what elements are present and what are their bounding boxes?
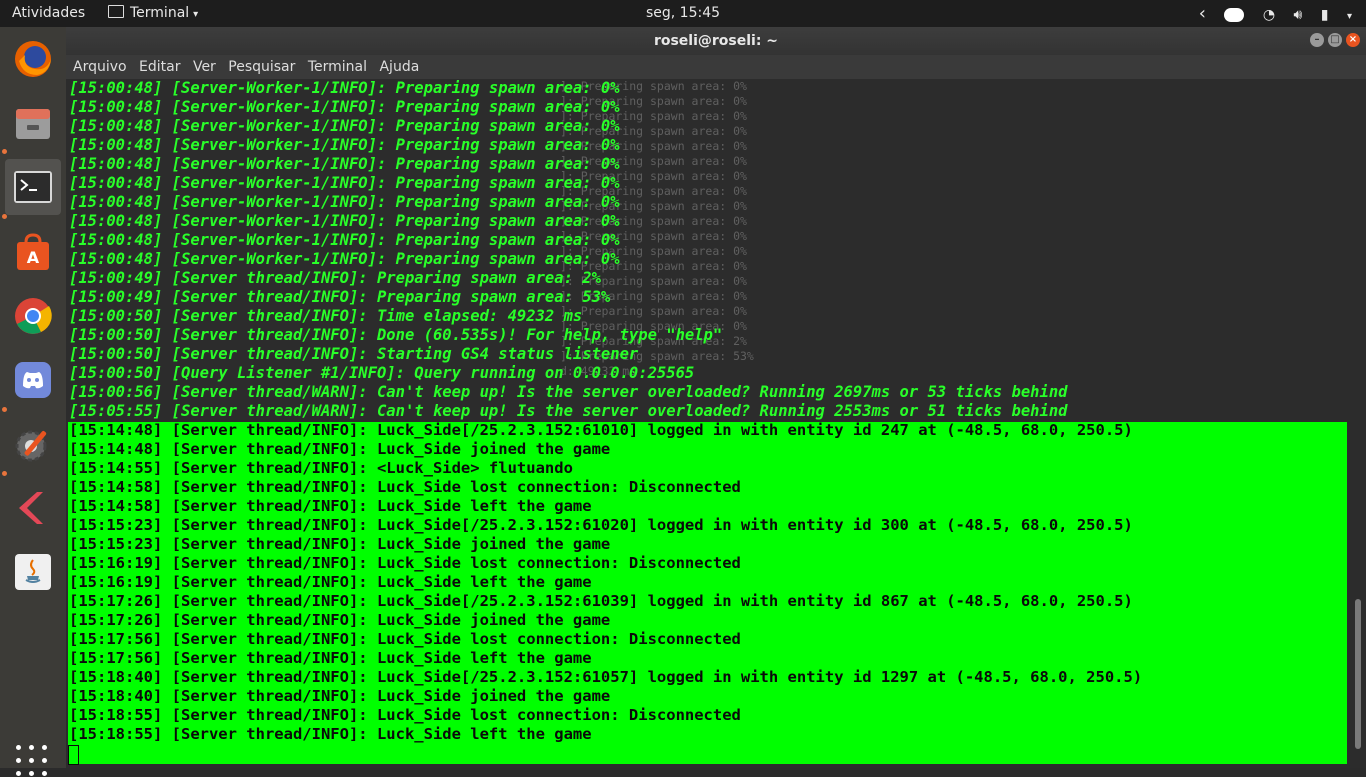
terminal-line: [15:00:48] [Server-Worker-1/INFO]: Prepa… bbox=[69, 136, 620, 154]
wifi-icon[interactable]: ◔ bbox=[1263, 2, 1275, 29]
menu-ajuda[interactable]: Ajuda bbox=[379, 55, 419, 79]
terminal-line-highlighted: [15:17:26] [Server thread/INFO]: Luck_Si… bbox=[69, 592, 1133, 610]
dock-settings[interactable] bbox=[5, 416, 61, 472]
menu-pesquisar[interactable]: Pesquisar bbox=[228, 55, 295, 79]
terminal-line-highlighted: [15:16:19] [Server thread/INFO]: Luck_Si… bbox=[69, 573, 592, 591]
dock-kotlin[interactable] bbox=[5, 480, 61, 536]
dock-java[interactable] bbox=[5, 544, 61, 600]
terminal-line: [15:00:48] [Server-Worker-1/INFO]: Prepa… bbox=[69, 212, 620, 230]
terminal-line-highlighted: [15:17:56] [Server thread/INFO]: Luck_Si… bbox=[69, 649, 592, 667]
discord-icon bbox=[15, 362, 51, 398]
top-panel: Atividades Terminal ▾ seg, 15:45 ‹ ◔ 🔊︎ ▮… bbox=[0, 0, 1366, 27]
terminal-line: [15:00:50] [Server thread/INFO]: Startin… bbox=[69, 345, 639, 363]
terminal-line: [15:00:48] [Server-Worker-1/INFO]: Prepa… bbox=[69, 98, 620, 116]
terminal-line: [15:00:48] [Server-Worker-1/INFO]: Prepa… bbox=[69, 155, 620, 173]
terminal-line-highlighted: [15:18:55] [Server thread/INFO]: Luck_Si… bbox=[69, 706, 741, 724]
system-tray[interactable]: ‹ ◔ 🔊︎ ▮ ▾ bbox=[1185, 0, 1352, 27]
clock[interactable]: seg, 15:45 bbox=[0, 0, 1366, 27]
terminal-line: [15:00:48] [Server-Worker-1/INFO]: Prepa… bbox=[69, 174, 620, 192]
terminal-line-highlighted: [15:16:19] [Server thread/INFO]: Luck_Si… bbox=[69, 554, 741, 572]
close-button[interactable]: × bbox=[1346, 33, 1360, 47]
terminal-line: [15:00:50] [Server thread/INFO]: Time el… bbox=[69, 307, 583, 325]
terminal-output[interactable]: ]: Preparing spawn area: 0%]: Preparing … bbox=[66, 79, 1349, 768]
menu-terminal[interactable]: Terminal bbox=[308, 55, 367, 79]
terminal-line: [15:00:49] [Server thread/INFO]: Prepari… bbox=[69, 269, 601, 287]
dock: A bbox=[0, 27, 66, 776]
software-icon: A bbox=[17, 233, 49, 270]
terminal-line: [15:00:50] [Query Listener #1/INFO]: Que… bbox=[69, 364, 695, 382]
terminal-line: [15:00:49] [Server thread/INFO]: Prepari… bbox=[69, 288, 611, 306]
terminal-cursor bbox=[68, 745, 79, 765]
dock-chrome[interactable] bbox=[5, 288, 61, 344]
terminal-line-highlighted: [15:14:58] [Server thread/INFO]: Luck_Si… bbox=[69, 478, 741, 496]
dock-firefox[interactable] bbox=[5, 31, 61, 87]
terminal-line-highlighted: [15:15:23] [Server thread/INFO]: Luck_Si… bbox=[69, 516, 1133, 534]
svg-text:A: A bbox=[27, 248, 40, 267]
terminal-lines: [15:00:48] [Server-Worker-1/INFO]: Prepa… bbox=[69, 79, 1142, 744]
terminal-line-highlighted: [15:14:55] [Server thread/INFO]: <Luck_S… bbox=[69, 459, 573, 477]
firefox-icon bbox=[15, 41, 51, 77]
terminal-line-highlighted: [15:14:58] [Server thread/INFO]: Luck_Si… bbox=[69, 497, 592, 515]
terminal-line: [15:00:48] [Server-Worker-1/INFO]: Prepa… bbox=[69, 117, 620, 135]
menu-ver[interactable]: Ver bbox=[193, 55, 216, 79]
terminal-line-highlighted: [15:18:40] [Server thread/INFO]: Luck_Si… bbox=[69, 687, 611, 705]
terminal-line-highlighted: [15:14:48] [Server thread/INFO]: Luck_Si… bbox=[69, 421, 1133, 439]
menu-editar[interactable]: Editar bbox=[139, 55, 180, 79]
chevron-down-icon[interactable]: ▾ bbox=[1347, 3, 1352, 30]
files-icon bbox=[16, 109, 50, 139]
terminal-line-highlighted: [15:17:26] [Server thread/INFO]: Luck_Si… bbox=[69, 611, 611, 629]
volume-icon[interactable]: 🔊︎ bbox=[1294, 2, 1303, 29]
chrome-icon bbox=[15, 298, 52, 334]
minimize-button[interactable]: – bbox=[1310, 33, 1324, 47]
dock-files[interactable] bbox=[5, 95, 61, 151]
window-title: roseli@roseli: ~ bbox=[653, 33, 779, 49]
show-applications-icon[interactable] bbox=[16, 745, 48, 777]
terminal-line: [15:05:55] [Server thread/WARN]: Can't k… bbox=[69, 402, 1068, 420]
terminal-line: [15:00:50] [Server thread/INFO]: Done (6… bbox=[69, 326, 723, 344]
terminal-line: [15:00:48] [Server-Worker-1/INFO]: Prepa… bbox=[69, 231, 620, 249]
scrollbar-thumb[interactable] bbox=[1355, 599, 1361, 749]
discord-tray-icon[interactable] bbox=[1224, 8, 1245, 22]
chevron-left-icon[interactable]: ‹ bbox=[1199, 0, 1206, 27]
terminal-window: roseli@roseli: ~ – □ × Arquivo Editar Ver … bbox=[66, 27, 1366, 768]
java-icon bbox=[15, 554, 51, 590]
kotlin-icon bbox=[19, 492, 43, 524]
terminal-line-highlighted: [15:18:55] [Server thread/INFO]: Luck_Si… bbox=[69, 725, 592, 743]
terminal-line: [15:00:48] [Server-Worker-1/INFO]: Prepa… bbox=[69, 250, 620, 268]
scrollbar[interactable] bbox=[1349, 79, 1366, 768]
terminal-line: [15:00:56] [Server thread/WARN]: Can't k… bbox=[69, 383, 1068, 401]
terminal-line-highlighted: [15:17:56] [Server thread/INFO]: Luck_Si… bbox=[69, 630, 741, 648]
battery-icon[interactable]: ▮ bbox=[1321, 2, 1329, 29]
window-titlebar[interactable]: roseli@roseli: ~ – □ × bbox=[66, 27, 1366, 55]
terminal-line-highlighted: [15:14:48] [Server thread/INFO]: Luck_Si… bbox=[69, 440, 611, 458]
terminal-line: [15:00:48] [Server-Worker-1/INFO]: Prepa… bbox=[69, 79, 620, 97]
menubar: Arquivo Editar Ver Pesquisar Terminal Aj… bbox=[66, 55, 1366, 79]
dock-terminal[interactable] bbox=[5, 159, 61, 215]
dock-discord[interactable] bbox=[5, 352, 61, 408]
terminal-line-highlighted: [15:15:23] [Server thread/INFO]: Luck_Si… bbox=[69, 535, 611, 553]
dock-software[interactable]: A bbox=[5, 224, 61, 280]
terminal-line-highlighted: [15:18:40] [Server thread/INFO]: Luck_Si… bbox=[69, 668, 1143, 686]
menu-arquivo[interactable]: Arquivo bbox=[73, 55, 127, 79]
settings-icon bbox=[15, 430, 47, 462]
terminal-icon bbox=[14, 171, 52, 203]
terminal-line: [15:00:48] [Server-Worker-1/INFO]: Prepa… bbox=[69, 193, 620, 211]
maximize-button[interactable]: □ bbox=[1328, 33, 1342, 47]
